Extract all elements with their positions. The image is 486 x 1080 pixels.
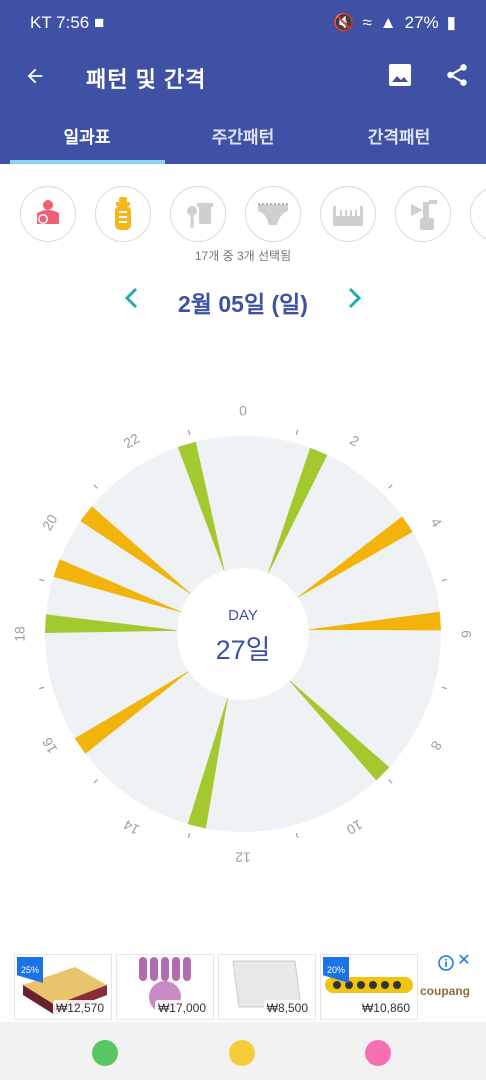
quick-dot-yellow[interactable] (229, 1040, 255, 1066)
hour-tick (441, 578, 447, 582)
mute-icon: 🔇 (333, 13, 355, 32)
status-left: KT 7:56 ■ (30, 13, 104, 33)
clock-center-label: DAY (228, 607, 258, 624)
hour-tick (388, 779, 393, 784)
status-time: 7:56 (56, 13, 90, 32)
next-day-button[interactable] (344, 286, 364, 310)
category-filter-row (0, 183, 486, 249)
quick-dot-green[interactable] (92, 1040, 118, 1066)
clock-center-value: 27일 (215, 635, 271, 665)
hour-tick (187, 430, 191, 436)
hour-label: 12 (235, 849, 251, 865)
ad-product-3[interactable]: ₩8,500 (218, 954, 316, 1020)
product-price: ₩10,860 (358, 1000, 413, 1016)
category-bed[interactable] (320, 186, 376, 242)
category-bottle[interactable] (95, 186, 151, 242)
app-bar: 패턴 및 간격 (0, 46, 486, 106)
category-diaper[interactable] (245, 186, 301, 242)
product-price: ₩12,570 (52, 1000, 107, 1016)
ad-info-icon[interactable] (438, 955, 454, 971)
category-more[interactable] (470, 186, 486, 242)
shopping-bag-icon: ■ (93, 13, 105, 32)
diaper-icon (258, 203, 288, 225)
hour-label: 0 (239, 403, 247, 419)
bottom-quick-bar (0, 1022, 486, 1080)
current-date[interactable]: 2월 05일 (일) (0, 285, 486, 319)
food-icon (187, 203, 213, 228)
tab-indicator (10, 160, 165, 164)
ad-banner[interactable]: 25% ₩12,570 ₩17,000 ₩8,500 20% ₩10,860 (0, 950, 486, 1022)
battery-percent: 27% (404, 13, 439, 32)
hour-label: 8 (427, 738, 445, 753)
category-nursing[interactable] (20, 186, 76, 242)
product-price: ₩8,500 (263, 1000, 311, 1016)
page-title: 패턴 및 간격 (86, 67, 207, 92)
tab-interval-pattern[interactable]: 간격패턴 (318, 106, 480, 164)
bed-icon (333, 206, 363, 226)
ad-product-4[interactable]: 20% ₩10,860 (320, 954, 418, 1020)
hour-tick (187, 832, 191, 838)
hour-label: 14 (120, 816, 142, 838)
category-pump[interactable] (395, 186, 451, 242)
signal-icon: ▲ (379, 13, 397, 32)
back-button[interactable] (20, 61, 50, 91)
hour-tick (39, 578, 45, 582)
battery-icon: ▮ (446, 13, 456, 32)
tab-daily-schedule[interactable]: 일과표 (6, 106, 168, 164)
hour-tick (93, 779, 98, 784)
selection-count: 17개 중 3개 선택됨 (194, 249, 292, 263)
hour-tick (93, 484, 98, 489)
bottle-icon (115, 197, 131, 230)
pump-icon (411, 200, 437, 230)
hour-label: 20 (39, 511, 61, 533)
hour-label: 16 (39, 735, 61, 757)
carrier-label: KT (30, 13, 52, 32)
wifi-icon: ≈ (362, 13, 372, 32)
tab-weekly-pattern[interactable]: 주간패턴 (162, 106, 324, 164)
nursing-icon (37, 200, 59, 224)
hour-label: 2 (347, 432, 362, 450)
category-food[interactable] (170, 186, 226, 242)
image-icon[interactable] (388, 63, 412, 87)
date-navigator: 2월 05일 (일) (0, 280, 486, 320)
hour-tick (295, 430, 299, 436)
ad-close-icon[interactable]: ✕ (456, 953, 472, 969)
tab-bar: 일과표 주간패턴 간격패턴 (0, 106, 486, 164)
product-price: ₩17,000 (154, 1000, 209, 1016)
hour-label: 22 (121, 430, 143, 452)
hour-tick (388, 484, 393, 489)
hour-tick (39, 686, 45, 690)
ad-brand: coupang (420, 984, 470, 998)
ad-product-1[interactable]: 25% ₩12,570 (14, 954, 112, 1020)
hour-tick (295, 832, 299, 838)
hour-label: 4 (428, 515, 446, 530)
status-bar: KT 7:56 ■ 🔇 ≈ ▲ 27% ▮ (0, 0, 486, 46)
share-icon[interactable] (444, 62, 470, 88)
quick-dot-pink[interactable] (365, 1040, 391, 1066)
ad-product-2[interactable]: ₩17,000 (116, 954, 214, 1020)
status-right: 🔇 ≈ ▲ 27% ▮ (333, 13, 456, 33)
hour-label: 10 (344, 817, 366, 839)
hour-tick (441, 686, 447, 690)
arrow-left-icon (27, 68, 43, 84)
